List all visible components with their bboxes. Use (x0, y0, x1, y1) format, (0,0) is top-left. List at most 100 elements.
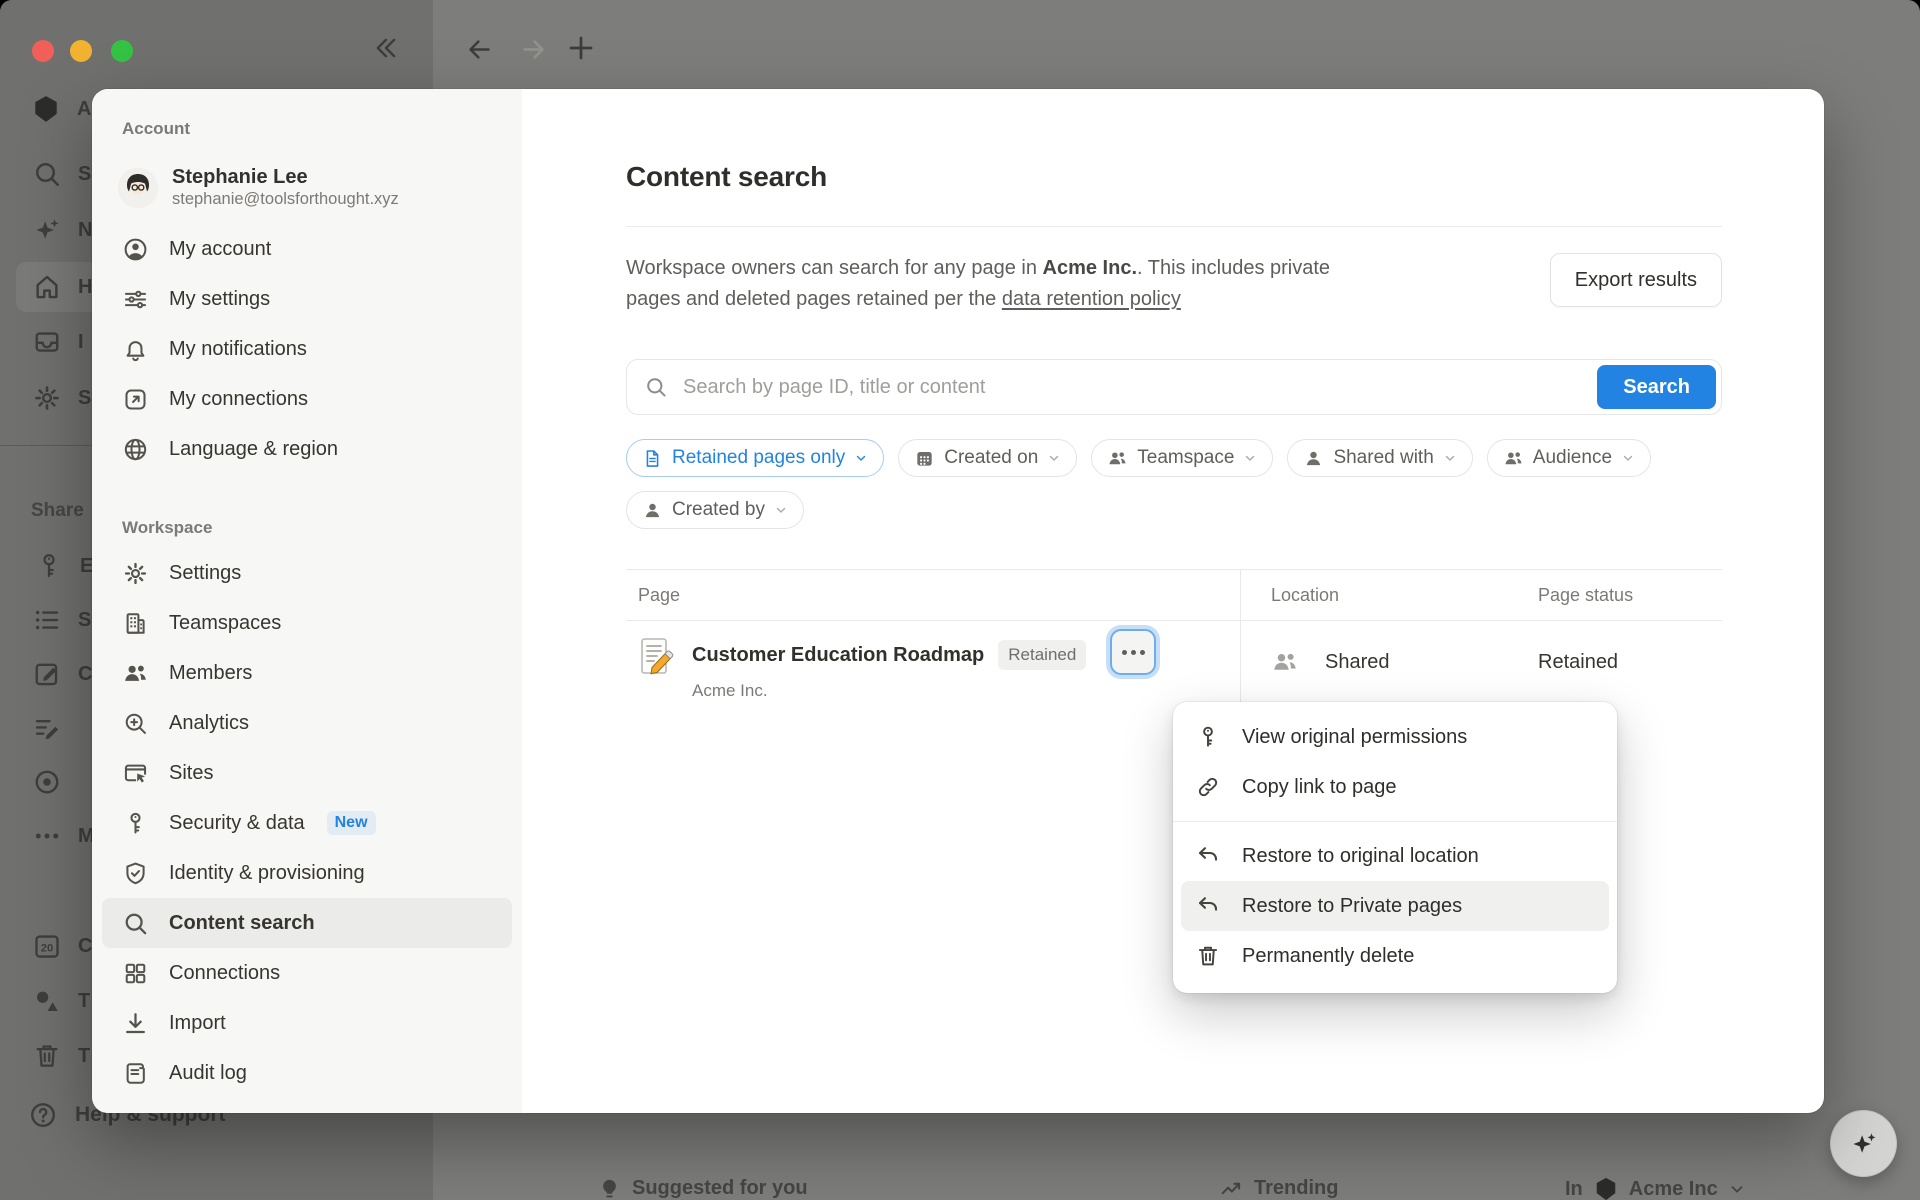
backdrop-shared-item-5 (32, 767, 62, 797)
question-icon (28, 1100, 58, 1130)
inbox-icon (32, 327, 62, 357)
ai-assistant-button[interactable] (1830, 1110, 1897, 1177)
key-icon (122, 810, 149, 837)
filter-audience[interactable]: Audience (1487, 439, 1651, 477)
backdrop-shared-section-label: Share (31, 500, 84, 522)
sidebar-item-language-region[interactable]: Language & region (102, 424, 512, 474)
building-icon (122, 610, 149, 637)
browser-cursor-icon (122, 760, 149, 787)
search-icon (122, 910, 149, 937)
location-cell: Shared (1325, 651, 1390, 674)
chevron-down-icon (854, 451, 868, 465)
back-icon[interactable] (466, 36, 493, 63)
workspace-section-label: Workspace (122, 518, 522, 538)
backdrop-shared-item-4 (32, 713, 62, 743)
undo-icon (1195, 843, 1221, 869)
row-actions-button[interactable] (1110, 629, 1156, 675)
sidebar-item-my-settings[interactable]: My settings (102, 274, 512, 324)
data-retention-policy-link[interactable]: data retention policy (1002, 288, 1181, 310)
chevron-down-icon (1243, 451, 1257, 465)
trash-icon (32, 1041, 62, 1071)
backdrop-settings-item: S (32, 383, 91, 413)
minimize-window-button[interactable] (70, 40, 92, 62)
new-tab-icon[interactable] (566, 33, 596, 63)
search-button[interactable]: Search (1597, 365, 1716, 409)
sidebar-item-import[interactable]: Import (102, 998, 512, 1048)
menu-item-restore-original-location[interactable]: Restore to original location (1181, 831, 1609, 881)
zoom-window-button[interactable] (111, 40, 133, 62)
gear-icon (32, 383, 62, 413)
backdrop-shared-item-3: C (32, 659, 92, 689)
backdrop-trending-section: Trending (1219, 1176, 1338, 1200)
export-results-button[interactable]: Export results (1550, 253, 1722, 307)
sidebar-item-settings[interactable]: Settings (102, 548, 512, 598)
account-section-label: Account (122, 119, 522, 139)
chevron-down-icon (1047, 451, 1061, 465)
sidebar-item-my-connections[interactable]: My connections (102, 374, 512, 424)
sidebar-item-my-account[interactable]: My account (102, 224, 512, 274)
screen: A S N H I S Share E S (0, 0, 1920, 1200)
acme-logo-icon (1593, 1176, 1619, 1200)
sidebar-item-members[interactable]: Members (102, 648, 512, 698)
collapse-sidebar-icon[interactable] (372, 34, 400, 62)
backdrop-templates-item: T (32, 986, 90, 1016)
account-user-item[interactable]: Stephanie Lee stephanie@toolsforthought.… (118, 165, 522, 210)
sidebar-item-connections[interactable]: Connections (102, 948, 512, 998)
results-table: Page Location Page status Customer Educa… (626, 569, 1722, 703)
sidebar-item-audit-log[interactable]: Audit log (102, 1048, 512, 1098)
description-text: Workspace owners can search for any page… (626, 253, 1381, 315)
sidebar-item-my-notifications[interactable]: My notifications (102, 324, 512, 374)
backdrop-inbox-item: I (32, 327, 84, 357)
backdrop-shared-item-2: S (32, 605, 91, 635)
backdrop-search-item: S (32, 159, 91, 189)
column-header-location: Location (1240, 570, 1518, 620)
people-icon (122, 660, 149, 687)
retained-badge: Retained (998, 640, 1086, 670)
menu-item-permanently-delete[interactable]: Permanently delete (1181, 931, 1609, 981)
chevron-down-icon (774, 503, 788, 517)
gear-icon (122, 560, 149, 587)
column-header-page-status: Page status (1518, 570, 1720, 620)
page-title-cell: Customer Education Roadmap (692, 644, 984, 667)
bell-icon (122, 336, 149, 363)
backdrop-trash-item: T (32, 1041, 90, 1071)
shield-check-icon (122, 860, 149, 887)
sidebar-item-analytics[interactable]: Analytics (102, 698, 512, 748)
menu-item-restore-private-pages[interactable]: Restore to Private pages (1181, 881, 1609, 931)
settings-sidebar: Account Stephanie Lee stephanie@toolsfor… (92, 89, 522, 1113)
backdrop-suggested-section: Suggested for you (597, 1176, 808, 1200)
backdrop-workspace-switcher: A (31, 94, 91, 124)
backdrop-ai-item: N (32, 215, 92, 245)
avatar (118, 168, 158, 208)
search-plus-icon (122, 710, 149, 737)
table-row[interactable]: Customer Education Roadmap Retained Acme… (626, 621, 1722, 703)
menu-item-copy-link[interactable]: Copy link to page (1181, 762, 1609, 812)
person-icon (1303, 448, 1324, 469)
key-icon (34, 551, 64, 581)
filter-created-by[interactable]: Created by (626, 491, 804, 529)
backdrop-divider (0, 445, 92, 446)
sidebar-item-sites[interactable]: Sites (102, 748, 512, 798)
filter-teamspace[interactable]: Teamspace (1091, 439, 1273, 477)
trash-icon (1195, 943, 1221, 969)
sidebar-item-content-search[interactable]: Content search (102, 898, 512, 948)
menu-item-view-original-permissions[interactable]: View original permissions (1181, 712, 1609, 762)
user-email: stephanie@toolsforthought.xyz (172, 189, 399, 210)
person-circle-icon (122, 236, 149, 263)
search-input[interactable] (626, 359, 1722, 415)
sidebar-item-security-data[interactable]: Security & data New (102, 798, 512, 848)
compose-icon (32, 659, 62, 689)
filter-shared-with[interactable]: Shared with (1287, 439, 1472, 477)
filter-retained-pages-only[interactable]: Retained pages only (626, 439, 884, 477)
sidebar-item-identity-provisioning[interactable]: Identity & provisioning (102, 848, 512, 898)
sidebar-item-teamspaces[interactable]: Teamspaces (102, 598, 512, 648)
search-icon (644, 375, 668, 399)
new-badge: New (327, 811, 376, 835)
acme-logo-icon (31, 94, 61, 124)
page-title: Content search (626, 161, 1722, 193)
page-memo-icon (638, 637, 674, 677)
backdrop-calendar-item: 20 C (32, 931, 92, 961)
filter-created-on[interactable]: Created on (898, 439, 1077, 477)
person-icon (642, 500, 663, 521)
close-window-button[interactable] (32, 40, 54, 62)
